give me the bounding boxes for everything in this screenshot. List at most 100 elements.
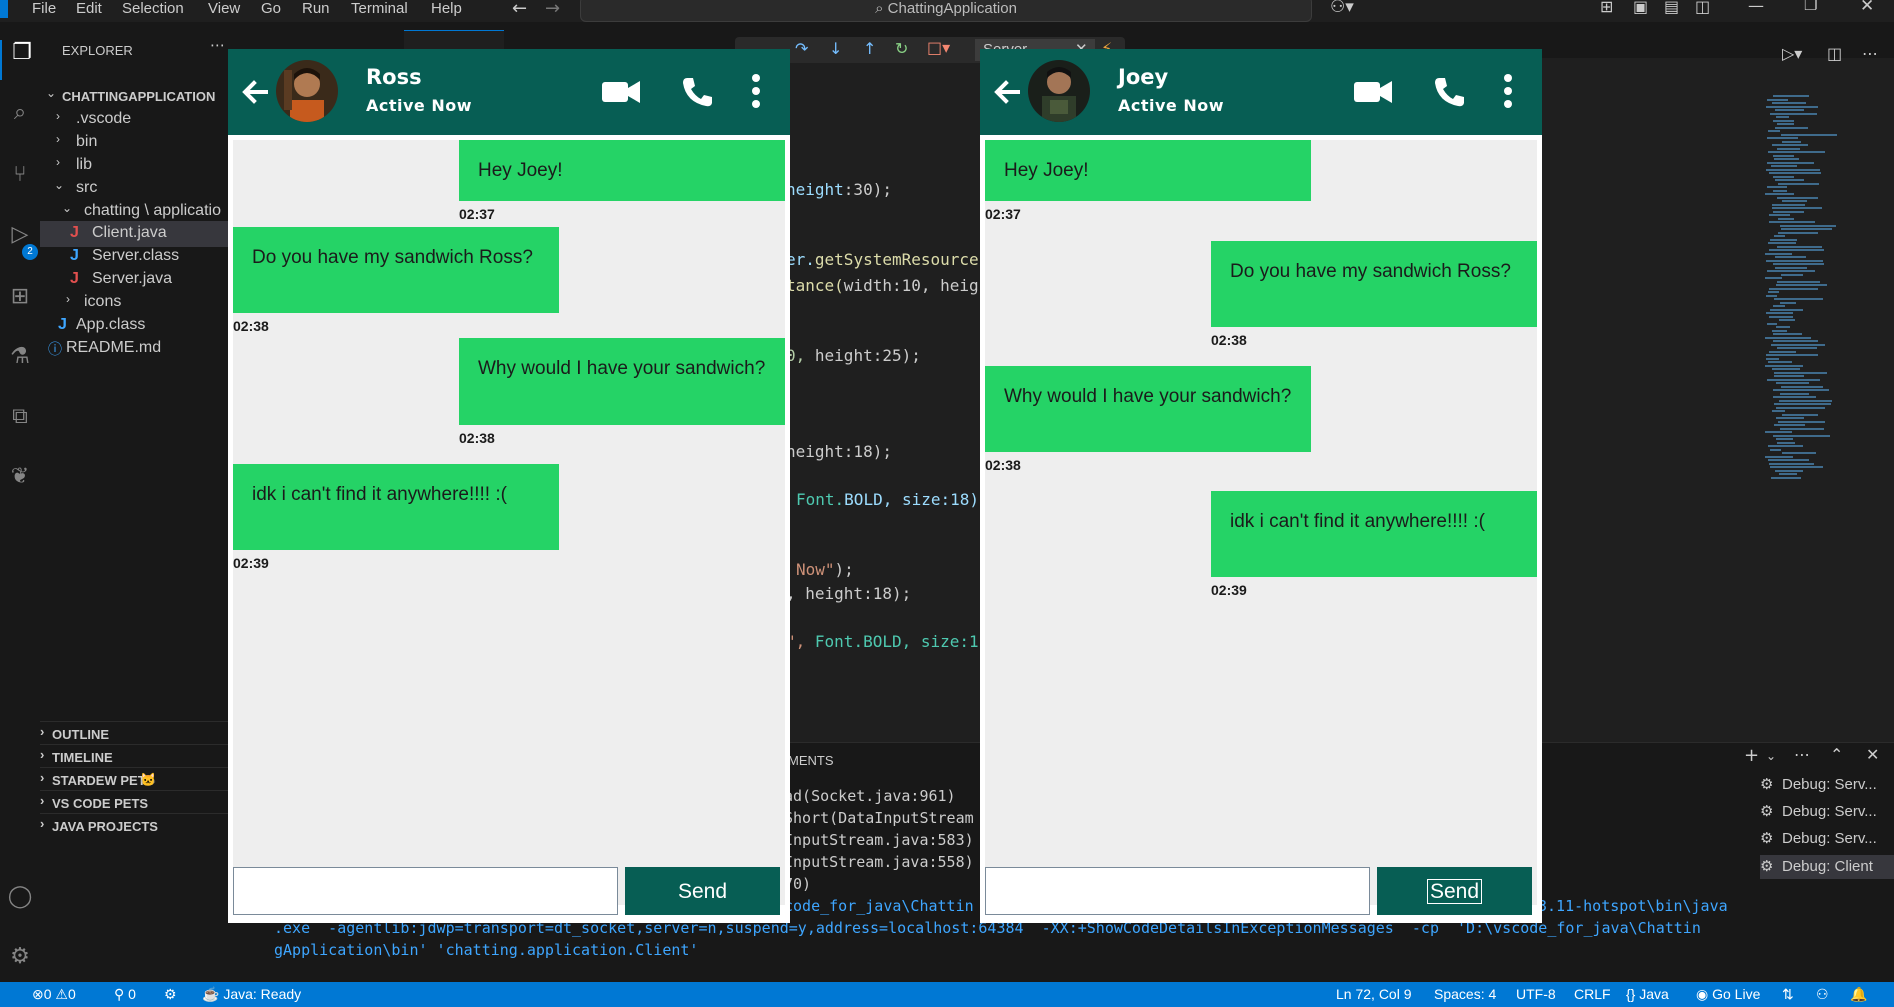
phone-call-icon[interactable] [680, 75, 714, 109]
panel-vscode-pets[interactable]: › VS CODE PETS [40, 790, 228, 815]
toggle-secondary-sidebar-icon[interactable]: ◫ [1695, 0, 1710, 16]
testing-icon[interactable]: ⚗ [0, 344, 40, 384]
restart-icon[interactable]: ↻ [895, 39, 908, 58]
customize-layout-icon[interactable]: ⊞ [1600, 0, 1613, 16]
send-button[interactable]: Send [625, 867, 780, 915]
menu-view[interactable]: View [208, 0, 240, 17]
encoding[interactable]: UTF-8 [1516, 986, 1556, 1002]
debug-status-icon[interactable]: ⚙ [164, 986, 177, 1003]
step-into-icon[interactable]: ↓ [829, 39, 842, 58]
indentation[interactable]: Spaces: 4 [1434, 986, 1496, 1002]
line-ending[interactable]: CRLF [1574, 986, 1611, 1002]
close-window-icon[interactable]: ✕ [1860, 0, 1874, 16]
phone-call-icon[interactable] [1432, 75, 1466, 109]
copilot-status-icon[interactable]: ⚇ [1816, 986, 1829, 1003]
message-time: 02:39 [233, 555, 269, 571]
explorer-more-icon[interactable]: ⋯ [210, 36, 225, 54]
panel-java-projects[interactable]: › JAVA PROJECTS [40, 813, 228, 838]
minimap-line [1773, 154, 1794, 157]
accounts-icon[interactable]: ◯ [0, 884, 40, 924]
remote-explorer-icon[interactable]: ⧉ [0, 404, 40, 444]
search-view-icon[interactable]: ⌕ [0, 100, 40, 140]
nav-back-icon[interactable]: ← [512, 0, 527, 19]
message-input[interactable] [985, 867, 1370, 915]
minimap-line [1776, 417, 1804, 419]
maximize-panel-icon[interactable]: ⌃ [1830, 745, 1843, 764]
manage-gear-icon[interactable]: ⚙ [0, 944, 40, 984]
mongodb-icon[interactable]: ❦ [0, 464, 40, 504]
minimap-line [1769, 172, 1821, 174]
toggle-sidebar-icon[interactable]: ▣ [1633, 0, 1648, 16]
vscode-logo-icon[interactable] [0, 0, 8, 18]
notifications-icon[interactable]: 🔔 [1850, 986, 1867, 1003]
minimap-line [1772, 329, 1787, 332]
more-options-icon[interactable] [751, 73, 761, 109]
chevron-down-icon[interactable]: ⌄ [1766, 749, 1776, 763]
back-arrow-icon[interactable] [992, 77, 1022, 107]
copilot-icon[interactable]: ⚇▾ [1330, 0, 1354, 17]
minimap-line [1768, 242, 1796, 244]
tree-item-readme[interactable]: ⓘ README.md [40, 336, 228, 362]
go-live-button[interactable]: ◉ Go Live [1696, 986, 1760, 1003]
minimap-line [1777, 147, 1800, 150]
nav-forward-icon[interactable]: → [545, 0, 560, 19]
explorer-sidebar: EXPLORER ⋯ ⌄ CHATTINGAPPLICATION › .vsco… [40, 22, 228, 982]
minimap-line [1765, 431, 1792, 433]
avatar[interactable] [276, 60, 338, 122]
minimap-line [1775, 469, 1803, 472]
menu-help[interactable]: Help [431, 0, 462, 17]
step-out-icon[interactable]: ↑ [863, 39, 876, 58]
panel-stardew-pets[interactable]: › STARDEW PETS 🐱 [40, 767, 228, 792]
menu-run[interactable]: Run [302, 0, 330, 17]
toggle-panel-icon[interactable]: ▤ [1664, 0, 1679, 16]
send-button[interactable]: Send [1377, 867, 1532, 915]
menu-edit[interactable]: Edit [76, 0, 102, 17]
menu-file[interactable]: File [32, 0, 56, 17]
new-terminal-icon[interactable]: + [1744, 745, 1759, 766]
antenna-icon: ⚲ [114, 986, 125, 1002]
restore-icon[interactable]: ❐ [1804, 0, 1817, 14]
extensions-icon[interactable]: ⊞ [0, 284, 40, 324]
command-center[interactable]: ⌕ ChattingApplication [580, 0, 1312, 22]
close-panel-icon[interactable]: ✕ [1866, 745, 1879, 764]
panel-tab-comments[interactable]: MENTS [788, 753, 834, 768]
video-call-icon[interactable] [602, 80, 642, 104]
minimize-icon[interactable]: — [1748, 0, 1764, 15]
debug-session-server-2[interactable]: ⚙ Debug: Serv... [1760, 800, 1894, 824]
debug-session-server-1[interactable]: ⚙ Debug: Serv... [1760, 773, 1894, 797]
source-control-icon[interactable]: ⑂ [0, 162, 40, 202]
step-over-icon[interactable]: ↷ [795, 39, 808, 58]
language-mode[interactable]: {} Java [1626, 986, 1669, 1002]
menu-go[interactable]: Go [261, 0, 281, 17]
debug-session-client[interactable]: ⚙ Debug: Client [1760, 855, 1894, 879]
terminal-line: code_for_java\Chattin [784, 897, 974, 915]
minimap-line [1765, 277, 1782, 279]
debug-session-server-3[interactable]: ⚙ Debug: Serv... [1760, 827, 1894, 851]
sync-icon[interactable]: ⇅ [1782, 986, 1794, 1003]
video-call-icon[interactable] [1354, 80, 1394, 104]
terminal-line: ad(Socket.java:961) [784, 787, 956, 805]
problems-indicator[interactable]: ⊗0 ⚠0 [32, 986, 76, 1003]
more-actions-icon[interactable]: ⋯ [1794, 745, 1810, 764]
more-options-icon[interactable] [1503, 73, 1513, 109]
split-editor-icon[interactable]: ◫ [1827, 44, 1842, 63]
braces-icon: {} [1626, 986, 1636, 1002]
minimap-line [1769, 315, 1793, 318]
ports-indicator[interactable]: ⚲ 0 [114, 986, 136, 1003]
minimap[interactable] [1765, 95, 1840, 485]
java-status[interactable]: ☕ Java: Ready [202, 986, 301, 1003]
run-dropdown-icon[interactable]: ▷▾ [1782, 44, 1802, 63]
more-actions-icon[interactable]: ⋯ [1862, 44, 1878, 63]
message-time: 02:38 [233, 318, 269, 334]
stop-icon[interactable]: □▾ [927, 38, 950, 57]
minimap-line [1781, 133, 1837, 136]
menu-terminal[interactable]: Terminal [351, 0, 408, 17]
avatar[interactable] [1028, 60, 1090, 122]
panel-timeline[interactable]: › TIMELINE [40, 744, 228, 769]
panel-outline[interactable]: › OUTLINE [40, 721, 228, 746]
menu-selection[interactable]: Selection [122, 0, 184, 17]
message-input[interactable] [233, 867, 618, 915]
explorer-icon[interactable]: ❐ [0, 40, 42, 80]
cursor-position[interactable]: Ln 72, Col 9 [1336, 986, 1412, 1002]
back-arrow-icon[interactable] [240, 77, 270, 107]
